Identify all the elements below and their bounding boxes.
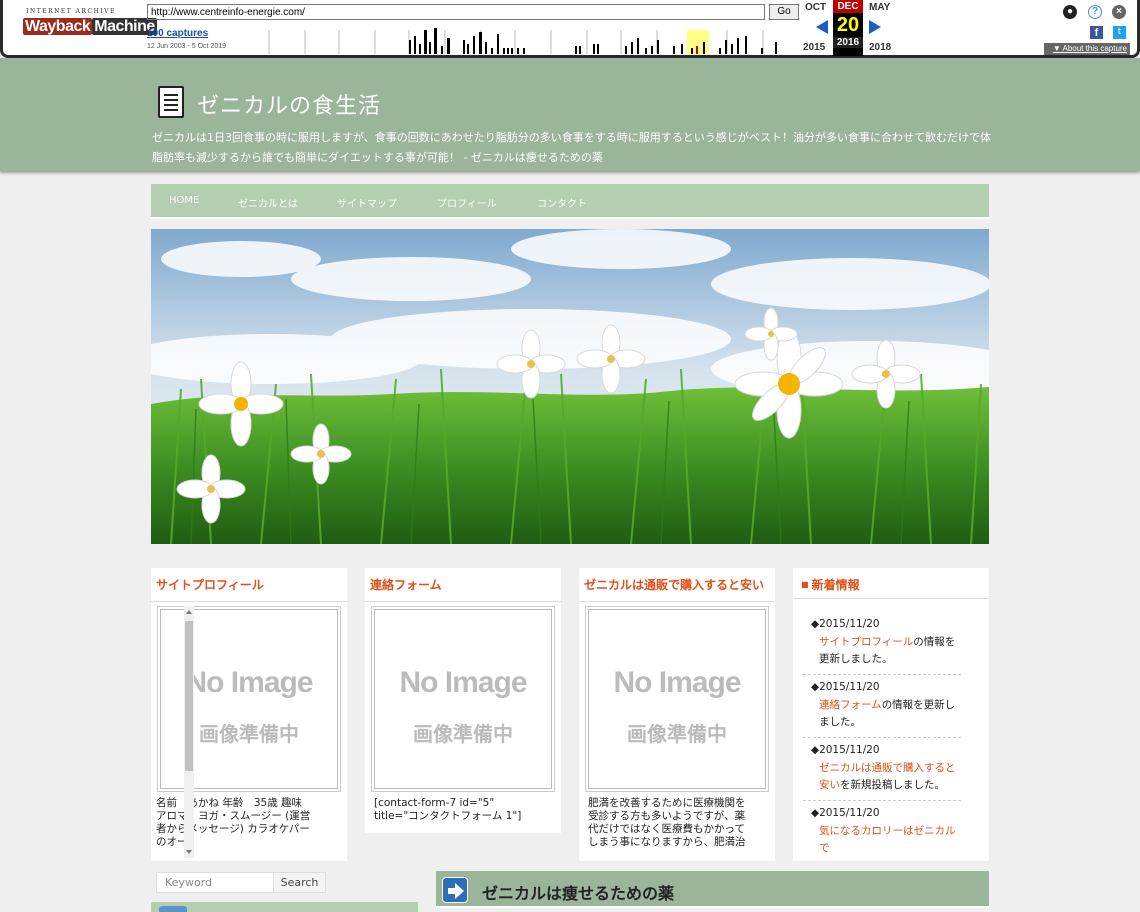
sidebar-box-header (151, 902, 418, 912)
scroll-up-icon[interactable] (186, 610, 192, 614)
wayback-sparkline[interactable] (241, 26, 797, 54)
widget-excerpt: [contact-form-7 id="5" title="コンタクトフォーム … (374, 797, 522, 822)
scrollbar-thumb[interactable] (185, 621, 193, 771)
news-item: ゼニカルは通販で購入すると安いを新規投稿しました。 (803, 756, 961, 801)
user-icon[interactable]: ● (1063, 5, 1077, 19)
wayback-next-arrow-icon[interactable] (869, 20, 881, 34)
document-icon (158, 86, 184, 118)
news-date: ◆2015/11/20 (811, 681, 880, 693)
news-title: ■ 新着情報 (801, 578, 860, 592)
main-heading: ゼニカルは痩せるための薬 (482, 884, 675, 903)
widget-title[interactable]: ゼニカルは通販で購入すると安い (579, 568, 775, 602)
news-link[interactable]: サイトプロフィール (819, 636, 913, 648)
main-heading-bar: ゼニカルは痩せるための薬 (436, 871, 989, 908)
site-description: ゼニカルは1日3回食事の時に服用しますが、食事の回数にあわせたり脂肪分の多い食事… (152, 131, 991, 164)
no-image-placeholder[interactable]: No Image 画像準備中 (374, 609, 552, 789)
wayback-prev-year[interactable]: 2015 (803, 42, 825, 53)
arrow-right-icon (442, 877, 468, 903)
news-link[interactable]: 気になるカロリーはゼニカルで (819, 825, 956, 854)
news-date: ◆2015/11/20 (811, 744, 880, 756)
wayback-captures-link[interactable]: 100 captures (147, 28, 208, 39)
site-header: ゼニカルの食生活 ゼニカルは1日3回食事の時に服用しますが、食事の回数にあわせた… (0, 58, 1140, 171)
about-capture-link[interactable]: ▼ About this capture (1044, 43, 1130, 55)
wayback-current-date: DEC 20 2016 (833, 0, 863, 56)
widget-title[interactable]: サイトプロフィール (151, 568, 347, 602)
wayback-prev-arrow-icon[interactable] (816, 20, 828, 34)
box-icon (159, 906, 187, 912)
wayback-toolbar: INTERNET ARCHIVE Wayback Machine http://w… (0, 0, 1140, 58)
wayback-logo[interactable]: INTERNET ARCHIVE Wayback Machine (23, 8, 157, 46)
news-link[interactable]: 連絡フォーム (819, 699, 882, 711)
wayback-prev-month[interactable]: OCT (805, 2, 826, 13)
wayback-url-input[interactable]: http://www.centreinfo-energie.com/ (147, 4, 765, 20)
wayback-logo-top: INTERNET ARCHIVE (26, 8, 116, 15)
wayback-current-year: 2016 (833, 37, 863, 48)
news-item: 気になるカロリーはゼニカルで (803, 819, 961, 858)
news-item: サイトプロフィールの情報を更新しました。 (803, 630, 961, 675)
nav-item-profile[interactable]: プロフィール (437, 195, 497, 210)
facebook-icon[interactable]: f (1090, 26, 1103, 39)
widget-excerpt: 肥満を改善するために医療機関を 受診する方も多いようですが、薬 代だけではなく医… (588, 797, 746, 848)
news-date: ◆2015/11/20 (811, 618, 880, 630)
news-scrollbar[interactable] (184, 606, 194, 858)
wayback-current-day: 20 (836, 14, 860, 36)
widget-site-profile: サイトプロフィール No Image 画像準備中 名前 あかね 年齢 35歳 趣… (151, 568, 347, 861)
wayback-date-range: 12 Jun 2003 - 5 Oct 2019 (147, 43, 226, 50)
site-title[interactable]: ゼニカルの食生活 (197, 88, 381, 120)
widget-excerpt: 名前 あかね 年齢 35歳 趣味 アロマ・ヨガ・スムージー (運営 者からメッセ… (156, 797, 311, 848)
news-item: 連絡フォームの情報を更新しました。 (803, 693, 961, 738)
no-image-placeholder[interactable]: No Image 画像準備中 (588, 609, 766, 789)
global-nav: HOME ゼニカルとは サイトマップ プロフィール コンタクト (151, 184, 989, 219)
nav-item-sitemap[interactable]: サイトマップ (337, 195, 397, 210)
help-icon[interactable]: ? (1088, 5, 1102, 19)
nav-item-about[interactable]: ゼニカルとは (238, 195, 298, 210)
close-icon[interactable]: × (1112, 5, 1126, 19)
nav-item-home[interactable]: HOME (169, 195, 199, 206)
search-button[interactable]: Search (273, 872, 326, 893)
wayback-current-month: DEC (833, 0, 863, 13)
nav-item-contact[interactable]: コンタクト (537, 195, 587, 210)
news-date: ◆2015/11/20 (811, 807, 880, 819)
twitter-icon[interactable]: t (1113, 26, 1126, 39)
widget-title[interactable]: 連絡フォーム (365, 568, 561, 602)
wayback-go-button[interactable]: Go (769, 4, 799, 20)
wayback-next-year[interactable]: 2018 (869, 42, 891, 53)
hero-image (151, 229, 989, 544)
wayback-next-month[interactable]: MAY (869, 2, 890, 13)
widget-contact-form: 連絡フォーム No Image 画像準備中 [contact-form-7 id… (365, 568, 561, 833)
wayback-logo-text: Wayback Machine (23, 18, 157, 35)
scroll-down-icon[interactable] (186, 850, 192, 854)
news-list[interactable]: ◆2015/11/20 サイトプロフィールの情報を更新しました。 ◆2015/1… (803, 612, 961, 858)
widget-zenical-mailorder: ゼニカルは通販で購入すると安い No Image 画像準備中 肥満を改善するため… (579, 568, 775, 861)
search-input[interactable]: Keyword (156, 872, 274, 893)
news-widget: ■ 新着情報 ◆2015/11/20 サイトプロフィールの情報を更新しました。 ◆… (793, 568, 989, 861)
